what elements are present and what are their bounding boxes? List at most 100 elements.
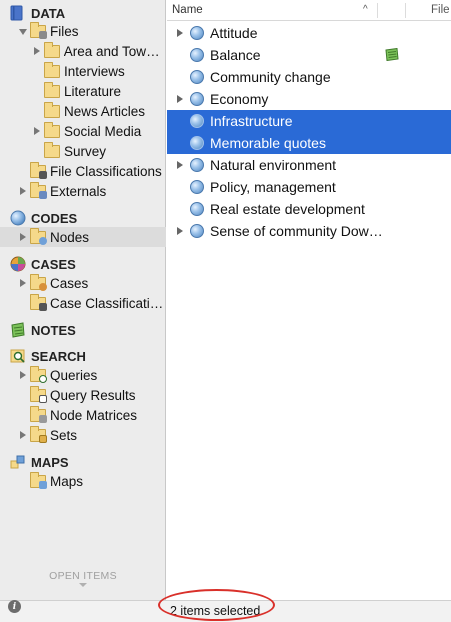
- sidebar-item-node-matrices[interactable]: Node Matrices: [18, 405, 137, 425]
- section-search[interactable]: SEARCH: [10, 347, 86, 365]
- sidebar-item-label: Query Results: [50, 387, 136, 403]
- node-icon: [190, 224, 204, 238]
- sidebar-item-news-articles[interactable]: News Articles: [32, 101, 145, 121]
- collapsed-triangle-icon[interactable]: [175, 28, 185, 38]
- info-icon[interactable]: i: [8, 600, 21, 613]
- node-icon: [190, 180, 204, 194]
- collapsed-triangle-icon[interactable]: [18, 430, 28, 440]
- collapsed-triangle-icon[interactable]: [32, 46, 42, 56]
- sidebar-item-cases[interactable]: Cases: [18, 273, 88, 293]
- collapsed-triangle-icon[interactable]: [18, 278, 28, 288]
- node-row[interactable]: Balance: [167, 44, 451, 66]
- folder-query-icon: [30, 365, 47, 383]
- folder-maps-icon: [30, 471, 47, 489]
- sidebar-item-label: Literature: [64, 83, 122, 99]
- node-icon: [190, 92, 204, 106]
- sidebar-item-label: Sets: [50, 427, 78, 443]
- notes-icon: [10, 322, 26, 338]
- sidebar-item-area-and-town[interactable]: Area and Town…: [32, 41, 166, 61]
- folder-icon: [43, 41, 60, 58]
- folder-matrix-icon: [30, 405, 47, 423]
- collapsed-triangle-icon[interactable]: [175, 94, 185, 104]
- sidebar-item-label: Case Classificati…: [50, 295, 164, 311]
- node-row-label: Infrastructure: [210, 113, 293, 129]
- folder-query-results-icon: [30, 385, 47, 403]
- collapsed-triangle-icon[interactable]: [175, 160, 185, 170]
- folder-icon: [44, 121, 60, 138]
- memo-icon[interactable]: [385, 47, 399, 62]
- column-name-header[interactable]: Name: [172, 4, 203, 16]
- node-row-label: Community change: [210, 69, 331, 85]
- node-row-label: Policy, management: [210, 179, 336, 195]
- sidebar-item-label: Externals: [50, 183, 107, 199]
- open-items-toggle[interactable]: OPEN ITEMS: [0, 570, 166, 587]
- sidebar-item-query-results[interactable]: Query Results: [18, 385, 136, 405]
- sidebar-item-externals[interactable]: Externals: [18, 181, 106, 201]
- sidebar-item-label: Cases: [50, 275, 89, 291]
- collapsed-triangle-icon[interactable]: [32, 126, 42, 136]
- folder-icon: [44, 141, 60, 158]
- node-row[interactable]: Memorable quotes: [167, 132, 451, 154]
- node-row[interactable]: Sense of community Dow…: [167, 220, 451, 242]
- sidebar-item-nodes[interactable]: Nodes: [0, 227, 166, 247]
- expanded-triangle-icon[interactable]: [18, 26, 28, 36]
- collapsed-triangle-icon[interactable]: [175, 226, 185, 236]
- node-icon: [190, 158, 204, 172]
- node-icon: [190, 26, 204, 40]
- column-file-header[interactable]: File: [431, 4, 450, 16]
- node-row[interactable]: Policy, management: [167, 176, 451, 198]
- node-row-label: Sense of community Dow…: [210, 223, 383, 239]
- node-row[interactable]: Economy: [167, 88, 451, 110]
- section-data-label: DATA: [31, 5, 66, 21]
- maps-icon: [10, 454, 26, 470]
- node-row[interactable]: Attitude: [167, 22, 451, 44]
- folder-icon: [44, 81, 60, 98]
- node-row[interactable]: Real estate development: [167, 198, 451, 220]
- sidebar-item-label: Files: [50, 23, 79, 39]
- sidebar-item-social-media[interactable]: Social Media: [32, 121, 141, 141]
- sidebar-item-interviews[interactable]: Interviews: [32, 61, 125, 81]
- section-notes[interactable]: NOTES: [10, 321, 76, 339]
- node-row[interactable]: Community change: [167, 66, 451, 88]
- sidebar-item-files[interactable]: Files: [18, 21, 79, 41]
- node-row-label: Balance: [210, 47, 261, 63]
- codes-node-icon: [10, 210, 26, 226]
- node-row-label: Economy: [210, 91, 269, 107]
- sidebar-item-literature[interactable]: Literature: [32, 81, 121, 101]
- node-row-label: Real estate development: [210, 201, 365, 217]
- chevron-down-icon: [79, 583, 87, 587]
- sidebar-item-label: Node Matrices: [50, 407, 138, 423]
- section-data[interactable]: DATA: [10, 4, 65, 22]
- collapsed-triangle-icon[interactable]: [18, 232, 28, 242]
- sidebar-item-survey[interactable]: Survey: [32, 141, 106, 161]
- folder-icon: [44, 61, 60, 78]
- sidebar-item-queries[interactable]: Queries: [18, 365, 97, 385]
- column-divider[interactable]: [405, 3, 406, 18]
- node-row-label: Natural environment: [210, 157, 337, 173]
- section-cases[interactable]: CASES: [10, 255, 76, 273]
- node-row[interactable]: Natural environment: [167, 154, 451, 176]
- sidebar-item-sets[interactable]: Sets: [18, 425, 77, 445]
- sidebar-item-file-classifications[interactable]: File Classifications: [18, 161, 162, 181]
- open-items-label: OPEN ITEMS: [49, 570, 117, 582]
- node-icon: [190, 114, 204, 128]
- collapsed-triangle-icon[interactable]: [18, 186, 28, 196]
- navigation-sidebar: DATA Files Area and Town… Interviews Lit…: [0, 0, 166, 622]
- sidebar-item-case-classifications[interactable]: Case Classificati…: [18, 293, 166, 313]
- sort-ascending-icon[interactable]: ^: [363, 4, 368, 15]
- node-row[interactable]: Infrastructure: [167, 110, 451, 132]
- cases-icon: [10, 256, 26, 272]
- section-search-label: SEARCH: [31, 348, 86, 364]
- section-codes-label: CODES: [31, 210, 78, 226]
- node-icon: [190, 48, 204, 62]
- folder-icon: [30, 21, 47, 39]
- node-icon: [190, 136, 204, 150]
- section-maps[interactable]: MAPS: [10, 453, 69, 471]
- data-icon: [10, 5, 26, 21]
- column-divider[interactable]: [377, 3, 378, 18]
- collapsed-triangle-icon[interactable]: [18, 370, 28, 380]
- node-icon: [190, 202, 204, 216]
- sidebar-item-maps[interactable]: Maps: [18, 471, 83, 491]
- section-maps-label: MAPS: [31, 454, 69, 470]
- section-codes[interactable]: CODES: [10, 209, 77, 227]
